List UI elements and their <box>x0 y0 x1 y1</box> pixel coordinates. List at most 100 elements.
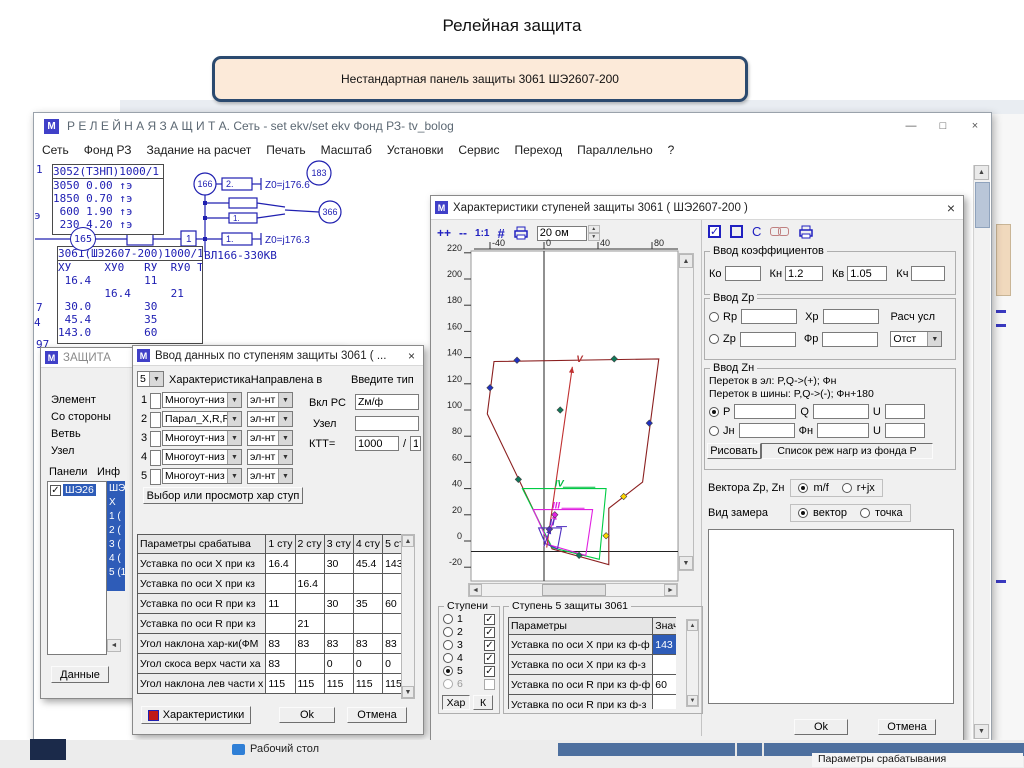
menu-item-Задание на расчет[interactable]: Задание на расчет <box>146 143 251 157</box>
stage-checkbox-4[interactable]: ✓ <box>484 653 495 664</box>
char-type-dropdown-icon[interactable]: ▼ <box>227 431 241 445</box>
fp-input[interactable] <box>822 332 878 347</box>
param-value-cell[interactable]: 30 <box>324 594 353 614</box>
stage-row-mini-input[interactable] <box>150 412 161 428</box>
char-cancel-button[interactable]: Отмена <box>878 719 936 735</box>
char-type-dropdown-icon[interactable]: ▼ <box>227 450 241 464</box>
close-button[interactable]: × <box>959 114 991 138</box>
stage-select[interactable]: 5 ▼ <box>137 371 164 387</box>
stage-row-mini-input[interactable] <box>150 393 161 409</box>
param-value-cell[interactable]: 115 <box>383 674 401 694</box>
maximize-button[interactable]: □ <box>927 114 959 138</box>
param-value-cell[interactable] <box>383 574 401 594</box>
param-value-cell[interactable]: 45.4 <box>353 554 382 574</box>
stage-radio-5[interactable] <box>443 666 453 676</box>
param-value-cell[interactable] <box>324 574 353 594</box>
load-list-button[interactable]: Список реж нагр из фонда Р <box>761 443 933 459</box>
param-value-cell[interactable]: 83 <box>266 634 295 654</box>
param-value-cell[interactable]: 35 <box>353 594 382 614</box>
uzel-input[interactable] <box>355 416 419 431</box>
p-radio[interactable] <box>709 407 719 417</box>
vector-radio[interactable] <box>798 508 808 518</box>
stage5-value-cell[interactable]: 143 <box>653 635 676 655</box>
menu-item-Переход[interactable]: Переход <box>515 143 563 157</box>
menu-item-Печать[interactable]: Печать <box>266 143 305 157</box>
param-value-cell[interactable] <box>295 594 324 614</box>
xp-input[interactable] <box>823 309 879 324</box>
char-ok-button[interactable]: Ok <box>794 719 848 735</box>
info-list[interactable]: ШЭ2Х1 (2 (3 (4 (5 (1 <box>107 481 125 591</box>
stage-radio-2[interactable] <box>443 627 453 637</box>
otst-select[interactable]: Отст ▼ <box>890 331 942 347</box>
char-type-dropdown-icon[interactable]: ▼ <box>227 393 241 407</box>
direction-combo[interactable]: эл-нт▼ <box>247 392 293 408</box>
main-vertical-scrollbar[interactable]: ▲ ▼ <box>973 165 990 739</box>
stage-row-mini-input[interactable] <box>150 469 161 485</box>
desktop-icon[interactable] <box>232 744 245 755</box>
kch-input[interactable] <box>911 266 945 281</box>
char-type-combo[interactable]: Многоут-низ▼ <box>162 392 242 408</box>
stage-checkbox-6[interactable] <box>484 679 495 690</box>
info-list-item[interactable]: 2 ( <box>109 525 121 536</box>
param-value-cell[interactable]: 60 <box>383 594 401 614</box>
param-value-cell[interactable]: 115 <box>353 674 382 694</box>
menu-item-Сеть[interactable]: Сеть <box>42 143 69 157</box>
stage5-value-cell[interactable] <box>653 695 676 710</box>
char-type-dropdown-icon[interactable]: ▼ <box>227 412 241 426</box>
taskbar-corner-block[interactable] <box>30 739 66 760</box>
stage-row-mini-input[interactable] <box>150 431 161 447</box>
direction-dropdown-icon[interactable]: ▼ <box>278 393 292 407</box>
char-type-combo[interactable]: Многоут-низ▼ <box>162 449 242 465</box>
param-value-cell[interactable] <box>266 574 295 594</box>
direction-combo[interactable]: эл-нт▼ <box>247 430 293 446</box>
scroll-down-icon[interactable]: ▼ <box>974 724 989 739</box>
k-button[interactable]: К <box>473 695 493 710</box>
zp-input[interactable] <box>740 332 796 347</box>
char-titlebar[interactable]: М Характеристики ступеней защиты 3061 ( … <box>431 196 963 220</box>
direction-combo[interactable]: эл-нт▼ <box>247 411 293 427</box>
param-value-cell[interactable] <box>353 574 382 594</box>
c-icon[interactable]: C <box>752 224 761 239</box>
scroll-thumb[interactable] <box>975 182 990 228</box>
menu-item-?[interactable]: ? <box>668 143 675 157</box>
char-close-icon[interactable]: × <box>943 200 959 216</box>
vvod-cancel-button[interactable]: Отмена <box>347 707 407 723</box>
chart-hscrollbar[interactable]: ◄ ► <box>468 583 678 597</box>
param-value-cell[interactable]: 115 <box>324 674 353 694</box>
stage-checkbox-5[interactable]: ✓ <box>484 666 495 677</box>
u2-input[interactable] <box>885 423 925 438</box>
param-value-cell[interactable]: 0 <box>353 654 382 674</box>
panels-listbox[interactable]: ✓ ШЭ26 <box>47 481 107 655</box>
kn-input[interactable] <box>785 266 823 281</box>
scroll-up-icon[interactable]: ▲ <box>974 165 989 180</box>
menu-item-Установки[interactable]: Установки <box>387 143 443 157</box>
main-titlebar[interactable]: М Р Е Л Е Й Н А Я З А Щ И Т А. Сеть - se… <box>34 113 991 139</box>
ko-input[interactable] <box>725 266 761 281</box>
desktop-label[interactable]: Рабочий стол <box>250 743 319 755</box>
vvod-close-icon[interactable]: × <box>404 349 419 363</box>
param-value-cell[interactable]: 115 <box>295 674 324 694</box>
view-char-button[interactable]: Выбор или просмотр хар ступ <box>143 487 303 504</box>
info-list-item[interactable]: ШЭ2 <box>109 483 125 494</box>
param-value-cell[interactable] <box>383 614 401 634</box>
rp-radio[interactable] <box>709 312 719 322</box>
point-radio[interactable] <box>860 508 870 518</box>
direction-combo[interactable]: эл-нт▼ <box>247 468 293 484</box>
chart-scroll-left-icon[interactable]: ◄ <box>469 584 482 596</box>
jn-radio[interactable] <box>709 426 719 436</box>
param-value-cell[interactable] <box>324 614 353 634</box>
draw-button[interactable]: Рисовать <box>707 443 761 459</box>
stage5-scroll-up-icon[interactable]: ▲ <box>687 620 698 631</box>
stage5-scrollbar[interactable]: ▲ ▼ <box>686 619 699 707</box>
kv-input[interactable] <box>847 266 887 281</box>
otst-dropdown-icon[interactable]: ▼ <box>927 332 941 346</box>
minimize-button[interactable]: — <box>895 114 927 138</box>
menu-item-Фонд РЗ[interactable]: Фонд РЗ <box>84 143 132 157</box>
stage-radio-4[interactable] <box>443 653 453 663</box>
chart-hscroll-thumb[interactable] <box>542 584 606 596</box>
stage5-scroll-down-icon[interactable]: ▼ <box>687 695 698 706</box>
direction-dropdown-icon[interactable]: ▼ <box>278 431 292 445</box>
info-list-item[interactable]: 5 (1 <box>109 567 125 578</box>
ktt-input[interactable] <box>355 436 399 451</box>
info-list-item[interactable]: 3 ( <box>109 539 121 550</box>
